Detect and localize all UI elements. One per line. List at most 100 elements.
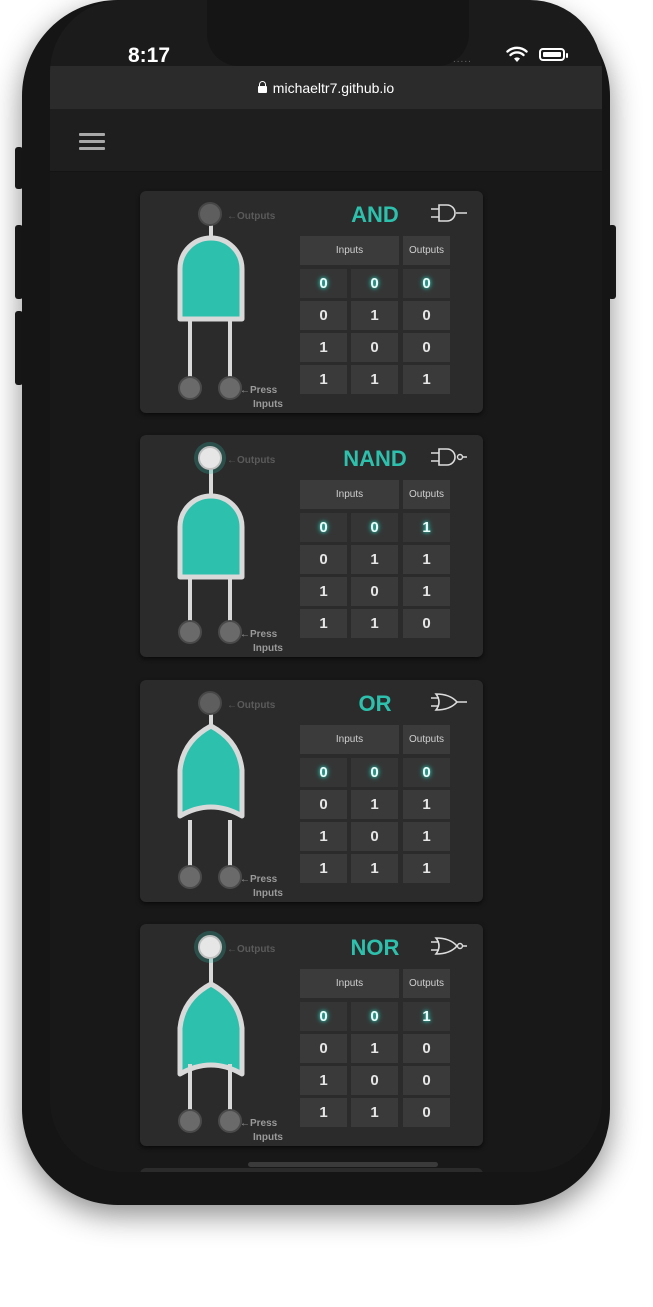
input-a-button[interactable] (178, 1109, 202, 1133)
truth-table-cell: 1 (351, 854, 398, 883)
outputs-label: ←Outputs (227, 700, 276, 711)
gate-card-or: ←Outputs ←Press Inputs OR Inputs Outputs 0 0 0 0 1… (140, 680, 483, 902)
gate-title: OR (358, 691, 392, 716)
truth-table-cell: 1 (351, 790, 398, 819)
truth-table-cell: 0 (403, 758, 450, 787)
truth-table-cell: 1 (300, 1098, 347, 1127)
hamburger-menu-icon[interactable] (79, 133, 105, 151)
inputs-word-label: Inputs (253, 399, 283, 410)
address-bar[interactable]: michaeltr7.github.io (50, 66, 602, 109)
truth-table-cell: 1 (351, 545, 398, 574)
truth-table-cell: 1 (300, 609, 347, 638)
press-label: ←Press (240, 385, 278, 396)
truth-table-cell: 1 (351, 1034, 398, 1063)
outputs-header: Outputs (403, 236, 450, 265)
outputs-label: ←Outputs (227, 944, 276, 955)
truth-table-cell: 1 (300, 333, 347, 362)
truth-table-cell: 0 (300, 301, 347, 330)
truth-table-cell: 0 (300, 1002, 347, 1031)
truth-table-cell: 0 (403, 1098, 450, 1127)
input-b-button[interactable] (218, 376, 242, 400)
truth-table-cell: 0 (351, 333, 398, 362)
inputs-header: Inputs (300, 480, 399, 509)
inputs-word-label: Inputs (253, 1132, 283, 1143)
gate-title: AND (351, 202, 399, 227)
gate-card-nand: ←Outputs ←Press Inputs NAND Inputs Outputs 0 0 1… (140, 435, 483, 657)
and-gate-icon (431, 204, 467, 222)
input-b-button[interactable] (218, 865, 242, 889)
press-inputs-label: ←Press Inputs (240, 384, 300, 412)
nor-gate-icon (431, 937, 467, 955)
truth-table-cell: 0 (351, 822, 398, 851)
press-label: ←Press (240, 629, 278, 640)
truth-table-cell: 0 (300, 1034, 347, 1063)
truth-table-cell: 0 (351, 577, 398, 606)
input-b-button[interactable] (218, 1109, 242, 1133)
input-a-button[interactable] (178, 620, 202, 644)
truth-table-cell: 0 (403, 1066, 450, 1095)
truth-table-cell: 0 (403, 1034, 450, 1063)
truth-table-cell: 1 (403, 365, 450, 394)
or-gate-diagram (177, 691, 245, 889)
output-indicator (198, 446, 222, 470)
output-indicator (198, 202, 222, 226)
truth-table-cell: 1 (300, 365, 347, 394)
inputs-header: Inputs (300, 236, 399, 265)
outputs-header: Outputs (403, 480, 450, 509)
outputs-header: Outputs (403, 725, 450, 754)
url-text[interactable]: michaeltr7.github.io (273, 80, 394, 96)
wifi-icon (506, 46, 528, 62)
truth-table-cell: 1 (351, 609, 398, 638)
input-a-button[interactable] (178, 865, 202, 889)
truth-table-cell: 1 (351, 301, 398, 330)
truth-table-cell: 0 (300, 758, 347, 787)
truth-table-cell: 1 (403, 513, 450, 542)
output-indicator (198, 691, 222, 715)
status-time: 8:17 (128, 44, 171, 67)
press-label: ←Press (240, 1118, 278, 1129)
press-inputs-label: ←Press Inputs (240, 873, 300, 901)
truth-table-cell: 0 (300, 545, 347, 574)
truth-table-cell: 0 (300, 513, 347, 542)
nand-gate-icon (431, 448, 467, 466)
outputs-label: ←Outputs (227, 455, 276, 466)
truth-table-cell: 1 (403, 854, 450, 883)
gate-card-nor: ←Outputs ←Press Inputs NOR Inputs Outputs 0 0 1 0… (140, 924, 483, 1146)
inputs-word-label: Inputs (253, 643, 283, 654)
outputs-header: Outputs (403, 969, 450, 998)
inputs-header: Inputs (300, 969, 399, 998)
inputs-word-label: Inputs (253, 888, 283, 899)
truth-table-cell: 0 (403, 609, 450, 638)
navbar (50, 109, 602, 172)
input-b-button[interactable] (218, 620, 242, 644)
truth-table-cell: 1 (300, 577, 347, 606)
truth-table-cell: 1 (403, 1002, 450, 1031)
gate-list: ←Outputs ←Press Inputs AND Inputs Outputs 0 0 0 0… (50, 172, 602, 1172)
truth-table-cell: 0 (351, 513, 398, 542)
lock-icon (257, 81, 267, 93)
truth-table-cell: 0 (300, 790, 347, 819)
truth-table-cell: 0 (300, 269, 347, 298)
truth-table-cell: 1 (403, 822, 450, 851)
press-inputs-label: ←Press Inputs (240, 628, 300, 656)
truth-table-cell: 1 (403, 545, 450, 574)
truth-table-cell: 0 (351, 1002, 398, 1031)
inputs-header: Inputs (300, 725, 399, 754)
phone-frame: 8:17 ..... michaeltr7.github.io ←Outputs… (22, 0, 610, 1205)
and-gate-diagram (177, 202, 245, 400)
truth-table-cell: 0 (351, 269, 398, 298)
truth-table-cell: 0 (403, 333, 450, 362)
press-inputs-label: ←Press Inputs (240, 1117, 300, 1145)
gate-card-and: ←Outputs ←Press Inputs AND Inputs Outputs 0 0 0 0… (140, 191, 483, 413)
battery-icon (539, 48, 568, 61)
truth-table-cell: 1 (300, 822, 347, 851)
truth-table-cell: 1 (300, 1066, 347, 1095)
truth-table-cell: 0 (403, 301, 450, 330)
phone-screen: 8:17 ..... michaeltr7.github.io ←Outputs… (50, 0, 602, 1172)
gate-title: NAND (343, 446, 407, 471)
press-label: ←Press (240, 874, 278, 885)
truth-table-cell: 1 (351, 365, 398, 394)
input-a-button[interactable] (178, 376, 202, 400)
truth-table-cell: 1 (300, 854, 347, 883)
or-gate-icon (431, 693, 467, 711)
